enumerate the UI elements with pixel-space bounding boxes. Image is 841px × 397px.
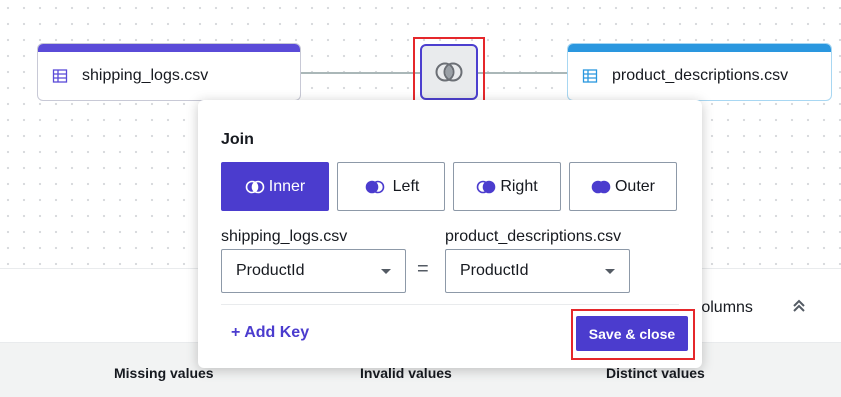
right-key-select[interactable]: ProductId xyxy=(445,249,630,293)
join-type-label: Left xyxy=(392,177,420,195)
inner-join-icon xyxy=(245,180,265,193)
save-close-button[interactable]: Save & close xyxy=(576,316,688,351)
join-type-left-button[interactable]: Left xyxy=(337,162,445,211)
dataset-node-product-descriptions[interactable]: product_descriptions.csv xyxy=(567,43,832,101)
dataset-node-label: shipping_logs.csv xyxy=(82,67,209,84)
chevron-down-icon xyxy=(381,269,391,274)
left-key-value: ProductId xyxy=(236,262,305,279)
join-type-right-button[interactable]: Right xyxy=(453,162,561,211)
add-key-button[interactable]: + Add Key xyxy=(231,324,309,342)
inner-join-icon xyxy=(435,62,463,82)
right-dataset-name: product_descriptions.csv xyxy=(445,228,622,245)
join-type-label: Right xyxy=(500,177,538,195)
connector-line-right xyxy=(478,72,567,74)
join-operator: = xyxy=(417,258,429,280)
dataset-node-shipping-logs[interactable]: shipping_logs.csv xyxy=(37,43,301,101)
left-join-icon xyxy=(365,180,384,193)
join-type-outer-button[interactable]: Outer xyxy=(569,162,677,211)
join-node-button[interactable] xyxy=(420,44,478,100)
table-icon xyxy=(52,69,68,83)
right-key-value: ProductId xyxy=(460,262,529,279)
stat-missing-values: Missing values xyxy=(114,365,214,381)
join-type-inner-button[interactable]: Inner xyxy=(221,162,329,211)
left-dataset-name: shipping_logs.csv xyxy=(221,228,348,245)
popover-title: Join xyxy=(221,131,254,148)
collapse-panel-icon[interactable] xyxy=(790,297,808,315)
chevron-down-icon xyxy=(605,269,615,274)
popover-divider xyxy=(221,304,679,305)
join-type-label: Outer xyxy=(614,177,655,195)
dataset-node-label: product_descriptions.csv xyxy=(612,67,789,84)
join-type-label: Inner xyxy=(268,177,306,195)
table-icon xyxy=(582,69,598,83)
connector-line-left xyxy=(301,72,420,74)
right-join-icon xyxy=(477,180,496,193)
join-config-popover: Join Inner Left Right Outer shipping_log… xyxy=(198,100,702,368)
left-key-select[interactable]: ProductId xyxy=(221,249,406,293)
outer-join-icon xyxy=(591,180,611,193)
